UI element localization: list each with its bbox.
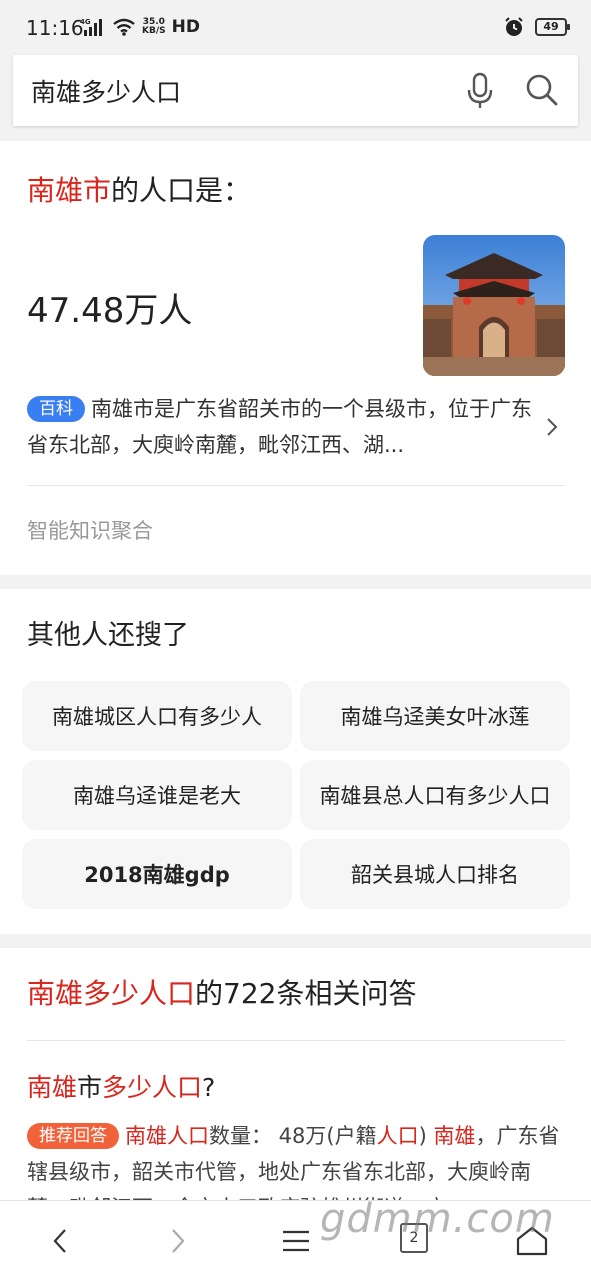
baike-tag: 百科 xyxy=(27,396,85,422)
chip-label: 南雄乌迳谁是老大 xyxy=(73,784,241,808)
battery-icon: 49 xyxy=(535,18,570,36)
status-time: 11:16 xyxy=(26,16,84,40)
chip-label: 南雄城区人口有多少人 xyxy=(52,705,262,729)
answer-highlight: 南雄人口 xyxy=(125,1124,209,1148)
answer-title: 南雄市的人口是： xyxy=(27,169,251,209)
chip-label: 2018南雄gdp xyxy=(84,863,230,887)
question-answer[interactable]: 推荐回答 南雄人口数量： 48万(户籍人口) 南雄，广东省辖县级市，韶关市代管，地… xyxy=(27,1118,562,1208)
search-icon[interactable] xyxy=(523,71,561,109)
source-label: 智能知识聚合 xyxy=(27,519,153,543)
answer-text: ) xyxy=(418,1124,434,1148)
svg-text:4G: 4G xyxy=(80,18,91,26)
back-button[interactable] xyxy=(40,1223,80,1259)
chip-label: 南雄县总人口有多少人口 xyxy=(319,784,551,808)
search-bar[interactable]: 南雄多少人口 xyxy=(13,55,578,126)
related-searches-title: 其他人还搜了 xyxy=(27,620,189,651)
answer-title-highlight: 南雄市 xyxy=(27,174,112,207)
answer-card: 南雄市的人口是： 47.48万人 百科 南雄市是广东省韶关市的一个县级市，位于广… xyxy=(0,141,591,575)
related-search-chip[interactable]: 南雄乌迳谁是老大 xyxy=(22,760,292,830)
bottom-nav: 2 gdmm.com xyxy=(0,1196,591,1280)
chevron-left-icon xyxy=(53,1229,66,1253)
divider xyxy=(27,1040,565,1041)
forward-button[interactable] xyxy=(158,1223,198,1259)
answer-highlight: 南雄 xyxy=(433,1124,476,1148)
menu-button[interactable] xyxy=(276,1223,316,1259)
city-gate-image[interactable] xyxy=(423,235,565,376)
status-right: 49 xyxy=(503,16,570,38)
qa-card: 南雄多少人口的722条相关问答 南雄市多少人口? 推荐回答 南雄人口数量： 48万… xyxy=(0,948,591,1208)
divider xyxy=(27,485,565,486)
related-searches-grid: 南雄城区人口有多少人 南雄乌迳美女叶冰莲 南雄乌迳谁是老大 南雄县总人口有多少人… xyxy=(22,681,570,909)
qa-title-rest: 的722条相关问答 xyxy=(195,977,417,1010)
related-searches-card: 其他人还搜了 南雄城区人口有多少人 南雄乌迳美女叶冰莲 南雄乌迳谁是老大 南雄县… xyxy=(0,589,591,934)
signal-icon: 4G xyxy=(80,18,102,36)
question-text: ? xyxy=(202,1073,216,1102)
related-search-chip[interactable]: 南雄城区人口有多少人 xyxy=(22,681,292,751)
net-speed: 35.0 KB/S xyxy=(142,18,166,36)
related-search-chip[interactable]: 南雄乌迳美女叶冰莲 xyxy=(300,681,570,751)
recommended-tag: 推荐回答 xyxy=(27,1123,119,1149)
chevron-right-icon xyxy=(172,1229,185,1253)
question-highlight: 南雄 xyxy=(27,1073,78,1102)
wifi-icon xyxy=(113,18,135,36)
qa-title: 南雄多少人口的722条相关问答 xyxy=(27,972,416,1012)
watermark: gdmm.com xyxy=(320,1196,555,1242)
chip-label: 南雄乌迳美女叶冰莲 xyxy=(340,705,530,729)
alarm-icon xyxy=(505,17,523,36)
status-bar: 11:16 4G 35.0 KB/S HD 49 xyxy=(0,0,591,56)
menu-icon xyxy=(283,1230,309,1252)
qa-title-highlight: 南雄多少人口 xyxy=(27,977,196,1010)
network-status: 4G 35.0 KB/S HD xyxy=(80,16,200,38)
related-search-chip[interactable]: 韶关县城人口排名 xyxy=(300,839,570,909)
chip-label: 韶关县城人口排名 xyxy=(351,863,519,887)
answer-text: 数量： 48万(户籍 xyxy=(209,1124,377,1148)
search-input[interactable]: 南雄多少人口 xyxy=(31,73,181,109)
microphone-icon[interactable] xyxy=(463,71,497,109)
related-search-chip[interactable]: 南雄县总人口有多少人口 xyxy=(300,760,570,830)
question-title[interactable]: 南雄市多少人口? xyxy=(27,1068,215,1104)
hd-label: HD xyxy=(171,17,200,37)
related-search-chip[interactable]: 2018南雄gdp xyxy=(22,839,292,909)
chevron-right-icon[interactable] xyxy=(545,416,559,438)
answer-title-rest: 的人口是： xyxy=(111,174,252,207)
baike-summary[interactable]: 百科 南雄市是广东省韶关市的一个县级市，位于广东省东北部，大庾岭南麓，毗邻江西、湖… xyxy=(27,391,542,463)
answer-value: 47.48万人 xyxy=(27,291,193,331)
answer-highlight: 人口 xyxy=(376,1124,419,1148)
question-highlight: 多少人口 xyxy=(102,1073,203,1102)
baike-text: 南雄市是广东省韶关市的一个县级市，位于广东省东北部，大庾岭南麓，毗邻江西、湖..… xyxy=(27,397,532,457)
question-text: 市 xyxy=(77,1073,103,1102)
net-speed-unit: KB/S xyxy=(142,26,166,36)
